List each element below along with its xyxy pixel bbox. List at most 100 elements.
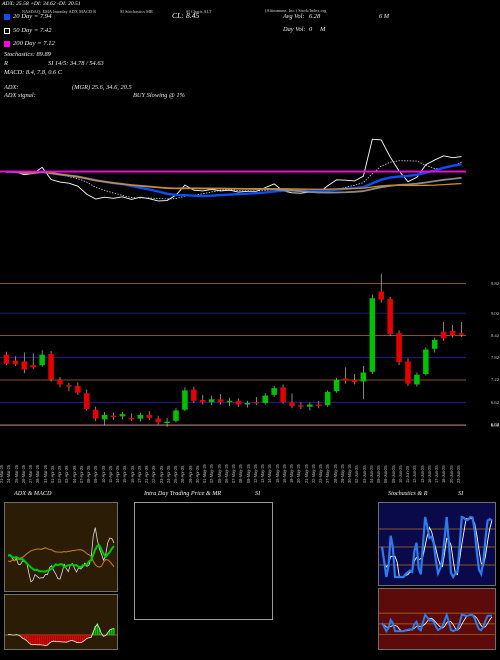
date-tick-label: 05-Jun-25 [376,465,382,483]
date-tick-label: 09-Apr-25 [93,465,99,483]
avg-vol-value: 6.28 [309,13,321,20]
date-tick-label: 23-Jun-25 [455,465,461,483]
date-tick-label: 16-May-25 [281,464,287,483]
date-tick-label: 16-Jun-25 [426,465,432,483]
moving-average-chart [0,138,466,202]
date-tick-label: 10-Apr-25 [100,465,106,483]
stochastics-si-label: SI [458,490,464,497]
date-tick-label: 18-Jun-25 [441,465,447,483]
date-tick-label: 27-May-25 [325,464,331,483]
date-tick-label: 02-May-25 [209,464,215,483]
date-tick-label: 17-Apr-25 [136,465,142,483]
adx-chart [7,527,115,583]
si-readout: SI 14/5: 34.78 / 54.63 [48,60,104,67]
date-tick-label: 01-May-25 [202,464,208,483]
date-tick-label: 24-Apr-25 [165,465,171,483]
date-tick-label: 28-Apr-25 [180,465,186,483]
date-tick-label: 17-Jun-25 [434,465,440,483]
date-tick-label: 25-Apr-25 [173,465,179,483]
avg-vol-unit: 6 M [379,13,390,20]
date-tick-label: 04-Jun-25 [368,465,374,483]
header-micro-stochastics: SI Stochastics MR [120,9,153,14]
price-tick-label: 7.82 [490,355,499,361]
date-tick-label: 28-May-25 [332,464,338,483]
legend-swatch-ma200-icon [4,40,10,47]
adx-signal-label: ADX signal: [4,92,36,99]
price-tick-label: 6.00 [490,422,499,428]
intraday-si-label: SI [255,490,261,497]
stochastics-r-panel [378,502,496,650]
adx-panel-title: ADX & MACD [14,490,52,497]
avg-vol-label: Avg Vol: [283,13,305,20]
candlestick-panel: 9.82 9.02 8.42 7.82 7.22 6.62 6.02 6.02 6.00 [0,263,500,435]
legend-item-ma20: 20 Day = 7.94 [4,13,52,20]
date-tick-label: 22-May-25 [310,464,316,483]
chart-page: NASDAQ: EMA Intraday ADX MACD R SI Stoch… [0,0,500,660]
date-tick-label: 20-May-25 [296,464,302,483]
legend-label-ma200: 200 Day = 7.12 [13,40,55,47]
date-tick-label: 12-May-25 [252,464,258,483]
date-tick-label: 30-May-25 [347,464,353,483]
price-tick-label: 9.02 [490,310,499,316]
adx-signal-value: BUY Slowing @ 1% [133,92,185,99]
date-tick-label: 31-Mar-25 [42,465,48,483]
stochastics-readout: Stochastics: 89.89 [4,51,51,58]
day-vol-unit: M [320,26,326,33]
date-tick-label: 20-Jun-25 [448,465,454,483]
date-tick-label: 23-May-25 [318,464,324,483]
date-tick-label: 23-Apr-25 [158,465,164,483]
date-tick-label: 08-May-25 [238,464,244,483]
legend-swatch-ma50-icon [4,27,10,34]
date-tick-label: 13-Jun-25 [419,465,425,483]
stochastics-panel-title: Stochastics & R [388,490,428,497]
date-tick-label: 25-Mar-25 [13,465,19,483]
date-tick-label: 11-Apr-25 [107,466,113,483]
date-tick-label: 28-Mar-25 [35,465,41,483]
date-tick-label: 14-Apr-25 [115,465,121,483]
moving-average-panel [0,108,500,230]
candlestick-chart [0,273,466,427]
date-tick-label: 14-May-25 [267,464,273,483]
date-tick-label: 04-Apr-25 [71,465,77,483]
stochastics-chart [379,515,495,580]
date-tick-label: 11-Jun-25 [405,465,411,483]
date-tick-label: 29-May-25 [339,464,345,483]
close-label: CL: [172,11,184,20]
date-tick-label: 22-Apr-25 [151,465,157,483]
date-tick-label: 09-May-25 [245,464,251,483]
adx-label: ADX: [4,84,19,91]
williams-r-subpanel [378,588,496,650]
legend-item-ma50: 50 Day = 7.42 [4,27,52,34]
date-tick-label: 05-May-25 [216,464,222,483]
intraday-panel-title: Intra Day Trading Price & MR [144,490,222,497]
price-tick-label: 8.42 [490,332,499,338]
date-tick-label: 15-May-25 [274,464,280,483]
date-tick-label: 21-Mar-25 [0,465,5,483]
date-tick-label: 29-Apr-25 [187,465,193,483]
day-vol-label: Day Vol: [283,26,306,33]
price-tick-label: 9.82 [490,280,499,286]
stochastics-subpanel [378,502,496,586]
date-tick-label: 08-Apr-25 [86,465,92,483]
date-tick-label: 30-Apr-25 [194,465,200,483]
date-tick-label: 03-Jun-25 [361,465,367,483]
adx-subpanel [4,502,118,592]
day-vol-value: 0 [309,26,313,33]
adx-readout-text: ADX: 25.58 +DI: 34.62 -DI: 20.51 [2,1,81,7]
date-tick-label: 02-Jun-25 [354,465,360,483]
mgr-readout: (MGR) 25.6, 34.6, 20.5 [72,84,132,91]
intraday-trading-price-panel[interactable] [134,502,273,620]
date-tick-label: 21-May-25 [303,464,309,483]
price-tick-label: 6.62 [490,399,499,405]
date-tick-label: 07-Apr-25 [78,465,84,483]
date-tick-label: 01-Apr-25 [49,465,55,483]
date-tick-label: 07-May-25 [231,464,237,483]
adx-macd-panel [4,502,118,650]
date-tick-label: 21-Apr-25 [144,465,150,483]
date-tick-label: 24-Mar-25 [6,465,12,483]
date-axis: 21-Mar-25 24-Mar-25 25-Mar-25 26-Mar-25 27-M… [0,437,500,483]
r-label: R [4,60,8,67]
date-tick-label: 10-Jun-25 [397,465,403,483]
date-tick-label: 27-Mar-25 [28,465,34,483]
legend-label-ma50: 50 Day = 7.42 [13,27,52,34]
